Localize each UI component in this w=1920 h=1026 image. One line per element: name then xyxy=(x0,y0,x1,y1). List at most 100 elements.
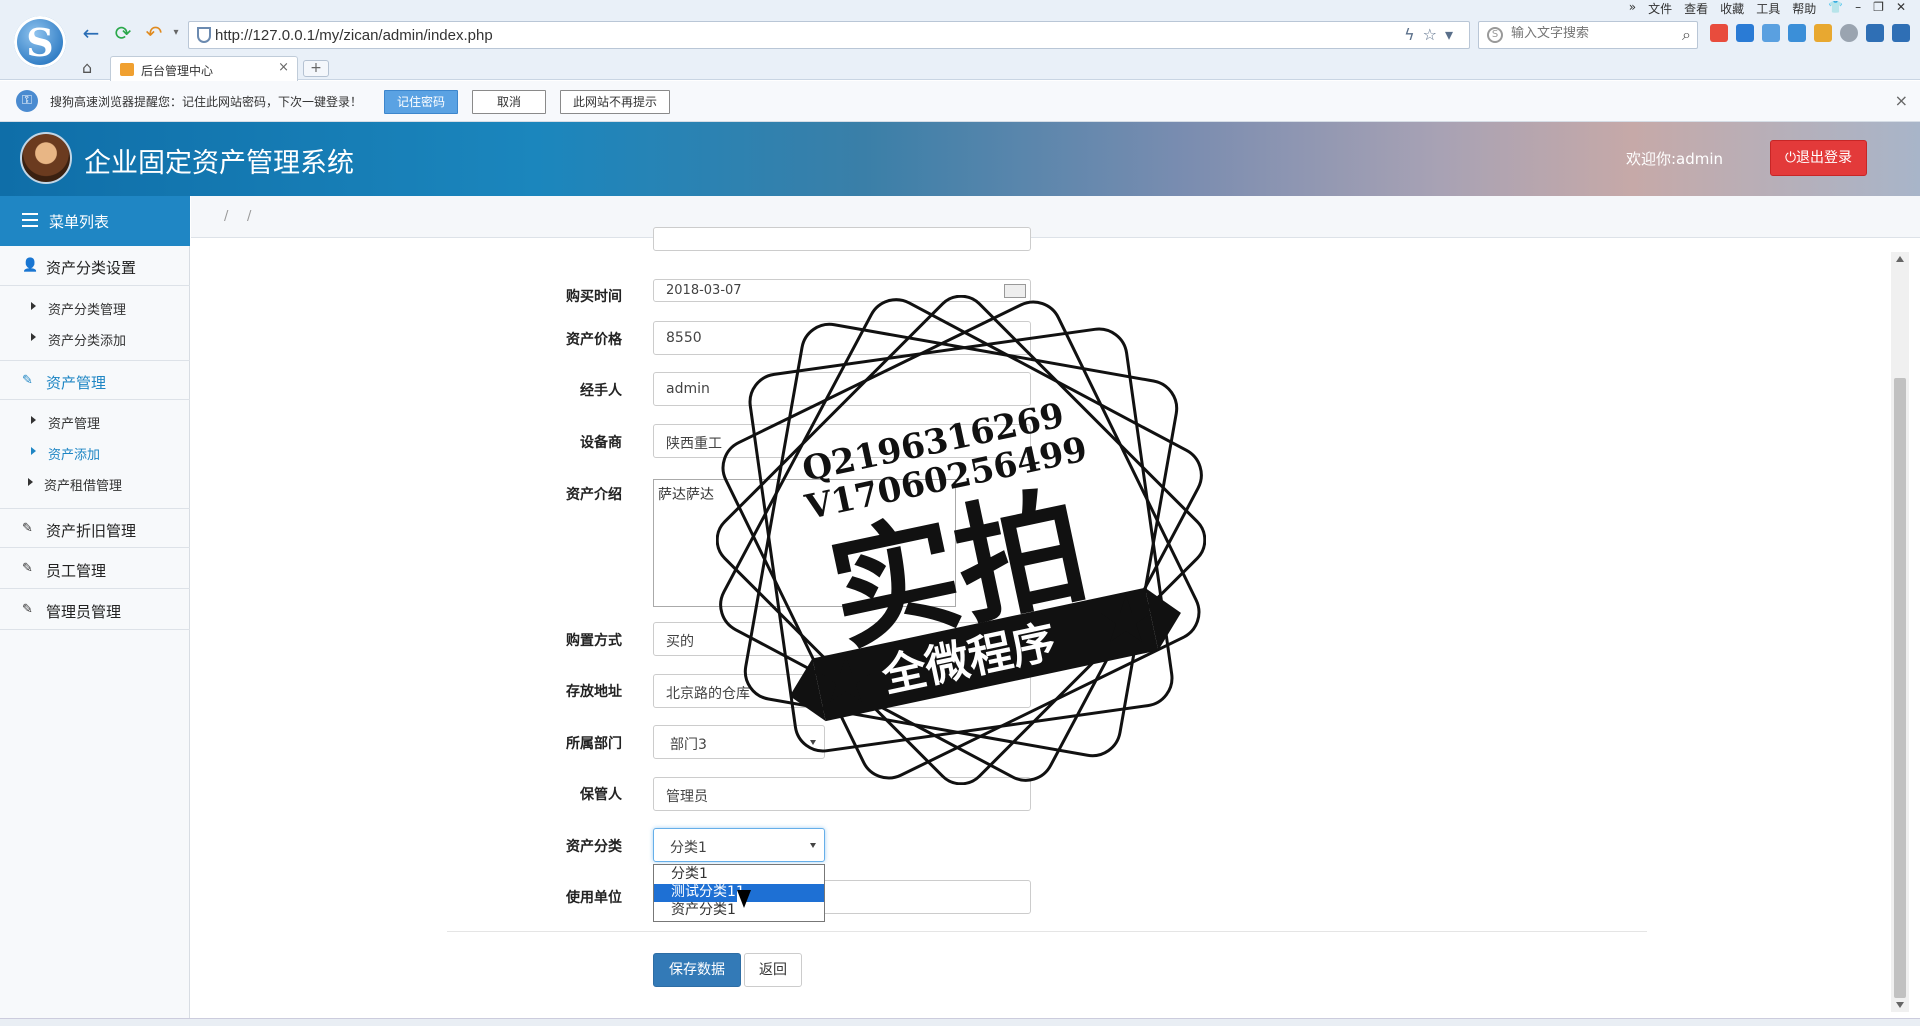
lightning-icon[interactable]: ϟ xyxy=(1404,25,1423,44)
app-header: 企业固定资产管理系统 欢迎你:admin ⏻退出登录 xyxy=(0,122,1920,196)
caret-right-icon xyxy=(31,447,36,455)
buy-time-value: 2018-03-07 xyxy=(666,283,742,298)
search-box[interactable]: S ⌕ xyxy=(1478,21,1698,49)
caret-right-icon xyxy=(31,302,36,310)
location-label: 存放地址 xyxy=(566,684,622,700)
restore-icon[interactable]: ❐ xyxy=(1873,0,1884,18)
category-label: 资产分类 xyxy=(566,839,622,855)
sidebar-item-label: 资产租借管理 xyxy=(44,479,123,494)
form-divider xyxy=(447,931,1647,932)
caret-right-icon xyxy=(31,416,36,424)
sidebar-item-category-manage[interactable]: 资产分类管理 xyxy=(0,291,190,322)
minimize-icon[interactable]: – xyxy=(1855,0,1861,18)
skin-icon[interactable]: 👕 xyxy=(1828,0,1843,18)
vendor-label: 设备商 xyxy=(580,435,622,451)
key-icon[interactable] xyxy=(1814,24,1832,42)
sidebar-item-category-add[interactable]: 资产分类添加 xyxy=(0,322,190,353)
address-url[interactable]: http://127.0.0.1/my/zican/admin/index.ph… xyxy=(215,27,493,44)
sidebar-group-depreciation[interactable]: ✎ 资产折旧管理 xyxy=(0,508,190,548)
sidebar-group-asset-manage[interactable]: ✎ 资产管理 xyxy=(0,360,190,400)
intro-label: 资产介绍 xyxy=(566,487,622,503)
star-icon[interactable]: ☆ xyxy=(1423,25,1445,44)
undo-dropdown-icon[interactable]: ▾ xyxy=(165,22,187,44)
welcome-text: 欢迎你:admin xyxy=(1626,150,1724,168)
weibo-icon[interactable] xyxy=(1710,24,1728,42)
keeper-input[interactable]: 管理员 xyxy=(653,777,1031,811)
sidebar-item-asset-manage[interactable]: 资产管理 xyxy=(0,405,190,436)
undo-icon[interactable]: ↶ xyxy=(143,22,165,44)
menu-file[interactable]: 文件 xyxy=(1648,0,1672,18)
tab-close-icon[interactable]: × xyxy=(278,60,289,75)
breadcrumb-separator: / xyxy=(247,209,252,224)
close-window-icon[interactable]: ✕ xyxy=(1896,0,1906,18)
caret-right-icon xyxy=(31,333,36,341)
close-icon[interactable]: × xyxy=(1895,91,1908,110)
calendar-icon[interactable] xyxy=(1004,284,1026,298)
dropdown-option[interactable]: 分类1 xyxy=(654,866,824,884)
edit-icon: ✎ xyxy=(22,521,33,536)
sidebar-group-label: 管理员管理 xyxy=(46,603,122,621)
home-icon[interactable]: ⌂ xyxy=(82,58,92,77)
logout-button[interactable]: ⏻退出登录 xyxy=(1770,140,1867,176)
scroll-thumb[interactable] xyxy=(1894,378,1906,998)
more-tools-icon[interactable] xyxy=(1840,24,1858,42)
handler-input[interactable]: admin xyxy=(653,372,1031,406)
menu-favorites[interactable]: 收藏 xyxy=(1720,0,1744,18)
sidebar: 菜单列表 👤 资产分类设置 资产分类管理 资产分类添加 ✎ 资产管理 资产管理 … xyxy=(0,196,190,1026)
menu-tools[interactable]: 工具 xyxy=(1756,0,1780,18)
download-icon[interactable] xyxy=(1866,24,1884,42)
key-hint-icon: ⚿ xyxy=(16,90,38,112)
chevron-down-icon[interactable]: ▾ xyxy=(1445,25,1461,44)
price-input[interactable]: 8550 xyxy=(653,321,1031,355)
remember-password-button[interactable]: 记住密码 xyxy=(384,90,459,114)
sidebar-item-label: 资产添加 xyxy=(48,448,101,463)
sidebar-item-asset-rent[interactable]: 资产租借管理 xyxy=(0,467,190,498)
refresh-icon[interactable]: ⟳ xyxy=(112,22,134,44)
unit-label: 使用单位 xyxy=(566,890,622,906)
favorites-star-icon[interactable] xyxy=(1892,24,1910,42)
vendor-input[interactable]: 陕西重工 xyxy=(653,424,1031,458)
sidebar-group-category-settings[interactable]: 👤 资产分类设置 xyxy=(0,246,190,286)
page-scrollbar[interactable] xyxy=(1891,252,1909,1012)
password-save-bar: ⚿ 搜狗高速浏览器提醒您：记住此网站密码，下次一键登录！ 记住密码 取消 此网站… xyxy=(0,81,1920,122)
sidebar-header[interactable]: 菜单列表 xyxy=(0,196,190,246)
new-tab-button[interactable]: + xyxy=(303,60,329,77)
scroll-down-arrow-icon[interactable] xyxy=(1896,1002,1904,1008)
address-actions: ϟ☆▾ xyxy=(1404,25,1461,44)
never-prompt-button[interactable]: 此网站不再提示 xyxy=(560,90,671,114)
back-button[interactable]: 返回 xyxy=(744,953,802,987)
method-label: 购置方式 xyxy=(566,633,622,649)
location-input[interactable]: 北京路的仓库 xyxy=(653,674,1031,708)
save-button[interactable]: 保存数据 xyxy=(653,953,741,987)
tab-admin-center[interactable]: 后台管理中心 × xyxy=(110,56,298,81)
sidebar-item-asset-add[interactable]: 资产添加 xyxy=(0,436,190,467)
menu-icon xyxy=(22,213,38,227)
category-selected: 分类1 xyxy=(670,840,707,856)
sidebar-item-label: 资产分类添加 xyxy=(48,334,127,349)
edit-icon: ✎ xyxy=(22,602,33,617)
cancel-button[interactable]: 取消 xyxy=(472,90,546,114)
scroll-up-arrow-icon[interactable] xyxy=(1896,256,1904,262)
search-input[interactable] xyxy=(1511,26,1661,41)
method-input[interactable]: 买的 xyxy=(653,622,1031,656)
menu-view[interactable]: 查看 xyxy=(1684,0,1708,18)
mail-icon[interactable] xyxy=(1788,24,1806,42)
screenshot-icon[interactable] xyxy=(1762,24,1780,42)
search-icon[interactable]: ⌕ xyxy=(1682,25,1691,45)
price-label: 资产价格 xyxy=(566,332,622,348)
intro-textarea[interactable]: 萨达萨达 xyxy=(653,479,956,607)
menu-help[interactable]: 帮助 xyxy=(1792,0,1816,18)
category-select[interactable]: 分类1 xyxy=(653,828,825,862)
sidebar-group-employee[interactable]: ✎ 员工管理 xyxy=(0,549,190,589)
user-icon: 👤 xyxy=(22,258,39,273)
address-bar[interactable]: http://127.0.0.1/my/zican/admin/index.ph… xyxy=(188,21,1470,49)
buy-time-input[interactable]: 2018-03-07 xyxy=(653,279,1031,302)
more-icon[interactable]: » xyxy=(1629,0,1636,18)
translate-icon[interactable] xyxy=(1736,24,1754,42)
back-arrow-icon[interactable]: ← xyxy=(80,22,102,44)
dept-select[interactable]: 部门3 xyxy=(653,725,825,759)
previous-field-input[interactable] xyxy=(653,227,1031,251)
handler-label: 经手人 xyxy=(580,383,622,399)
sogou-logo-icon: S xyxy=(14,16,66,68)
sidebar-group-admin[interactable]: ✎ 管理员管理 xyxy=(0,590,190,630)
